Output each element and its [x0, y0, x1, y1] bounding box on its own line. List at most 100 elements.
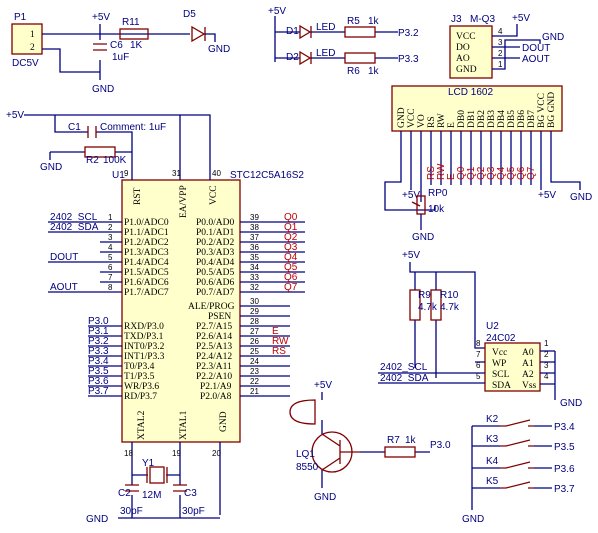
u1-xtal1: XTAL1 — [179, 410, 189, 440]
key-net-p37: P3.7 — [554, 484, 575, 495]
u2-vss: Vss — [522, 381, 537, 391]
u1-num-8: 8 — [108, 283, 113, 292]
u1-p37: RD/P3.7 — [124, 392, 157, 402]
key-k2: K2 — [486, 414, 499, 425]
u1-num-31: 31 — [172, 169, 181, 178]
u1-num-20: 20 — [212, 449, 221, 458]
u1-p21: P2.1/A9 — [200, 382, 232, 392]
u1-left-p3: RXD/P3.0 TXD/P3.1 INT0/P3.2 INT1/P3.3 T0… — [88, 316, 165, 402]
key-net-p35: P3.5 — [554, 442, 575, 453]
u1-p25: P2.5/A13 — [196, 342, 232, 352]
net-2402-sda: 2402_SDA — [50, 222, 99, 233]
schematic-canvas: 1 2 P1 DC5V +5V C6 1uF GND R11 1K D5 GND… — [6, 6, 592, 525]
gnd-label-1: GND — [92, 84, 114, 95]
r5-ref: R5 — [347, 16, 360, 27]
key-k5: K5 — [486, 476, 499, 487]
u1-p22: P2.2/A10 — [196, 372, 232, 382]
c3-value: 30pF — [182, 506, 205, 517]
lcd-pin-db3: DB3 — [487, 110, 497, 128]
net-p33: P3.3 — [398, 54, 419, 65]
p1-pin1: 1 — [30, 30, 35, 40]
u1-p27: P2.7/A15 — [196, 322, 232, 332]
lcd-pin-rs: RS — [427, 116, 437, 128]
p1-pin2: 2 — [30, 43, 35, 53]
vcc-label-3: +5V — [512, 13, 530, 24]
u1-p02: P0.2/AD2 — [196, 238, 235, 248]
c2-value: 30pF — [120, 506, 143, 517]
j3-num-1: 1 — [498, 60, 503, 69]
c2-ref: C2 — [118, 488, 131, 499]
net-left-p37: P3.7 — [88, 386, 109, 397]
r9-ref: R9 — [418, 290, 431, 301]
key-k4: K4 — [486, 456, 499, 467]
u1-num-3: 3 — [108, 233, 113, 242]
u1-p17: P1.7/ADC7 — [124, 288, 169, 298]
j3-num-3: 3 — [498, 38, 503, 47]
gnd-label-7: GND — [412, 232, 434, 243]
u1-p24: P2.4/A12 — [196, 352, 232, 362]
u1-p04: P0.4/AD4 — [196, 258, 235, 268]
net-q7: Q7 — [284, 282, 298, 293]
net-dout-j3: DOUT — [522, 43, 550, 54]
u1-p20: P2.0/A8 — [200, 392, 232, 402]
p1-connector: 1 2 P1 DC5V — [11, 12, 43, 69]
r7-value: 1k — [405, 435, 417, 446]
c1-ref: C1 — [68, 122, 81, 133]
lcd-pin-e: E — [447, 122, 457, 128]
r2-value: 100K — [103, 155, 127, 166]
u1-num-19: 19 — [172, 449, 181, 458]
u1-num-18: 18 — [124, 449, 133, 458]
u1-num-30: 30 — [250, 297, 259, 306]
gnd-label-8: GND — [560, 398, 582, 409]
vcc-label-6: +5V — [538, 190, 556, 201]
d1-ref: D1 — [286, 26, 299, 37]
key-k3: K3 — [486, 434, 499, 445]
u1-p14: P1.4/ADC4 — [124, 258, 169, 268]
u1-num-21: 21 — [250, 387, 259, 396]
u1-ale: ALE/PROG — [188, 302, 235, 312]
u1-p11: P1.1/ADC1 — [124, 228, 169, 238]
u1-num-2: 2 — [108, 223, 113, 232]
u1-p15: P1.5/ADC5 — [124, 268, 169, 278]
u1-p32: INT0/P3.2 — [124, 342, 165, 352]
u1-p07: P0.7/AD7 — [196, 288, 235, 298]
vcc-label-7: +5V — [402, 250, 420, 261]
lq1-value: 8550 — [296, 462, 319, 473]
lcd-pin-gnd: GND — [397, 107, 407, 128]
c3-ref: C3 — [184, 488, 197, 499]
u1-p35: T1/P3.5 — [124, 372, 155, 382]
r6-ref: R6 — [347, 66, 360, 77]
u1-ea: EA/VPP — [179, 185, 189, 218]
net-p30-r7: P3.0 — [430, 440, 451, 451]
p1-label: DC5V — [12, 58, 39, 69]
u1-num-35: 35 — [250, 253, 259, 262]
u1-num-40: 40 — [212, 169, 221, 178]
r7-ref: R7 — [387, 435, 400, 446]
u1-num-32: 32 — [250, 283, 259, 292]
lcd-name: LCD 1602 — [448, 87, 493, 98]
u1-rst: RST — [133, 187, 143, 205]
u1-gnd: GND — [219, 411, 229, 432]
u1-num-23: 23 — [250, 367, 259, 376]
vcc-label-4: +5V — [6, 110, 24, 121]
gnd-label-2: GND — [208, 44, 230, 55]
u1-p00: P0.0/AD0 — [196, 218, 235, 228]
u2-wp: WP — [492, 359, 506, 369]
j3-ref: J3 — [451, 14, 462, 25]
u1-xtal2: XTAL2 — [137, 410, 147, 440]
u2-scl: SCL — [492, 370, 510, 380]
u2-sda: SDA — [492, 381, 511, 391]
j3-num-4: 4 — [498, 27, 503, 36]
lcd-pin-rw: RW — [437, 113, 447, 128]
u2-net-scl: 2402_SCL — [380, 362, 428, 373]
gnd-label-4: GND — [40, 162, 62, 173]
net-p32: P3.2 — [398, 28, 419, 39]
r10-value: 4.7k — [440, 302, 460, 313]
net-aout: AOUT — [50, 282, 78, 293]
u1-p23: P2.3/A11 — [196, 362, 232, 372]
u1-p01: P0.1/AD1 — [196, 228, 235, 238]
lcd-pin-db0: DB0 — [457, 110, 467, 128]
r11-value: 1K — [130, 40, 143, 51]
lcd-pin-bgvcc: BG VCC — [537, 93, 547, 128]
u1-num-27: 27 — [250, 327, 259, 336]
